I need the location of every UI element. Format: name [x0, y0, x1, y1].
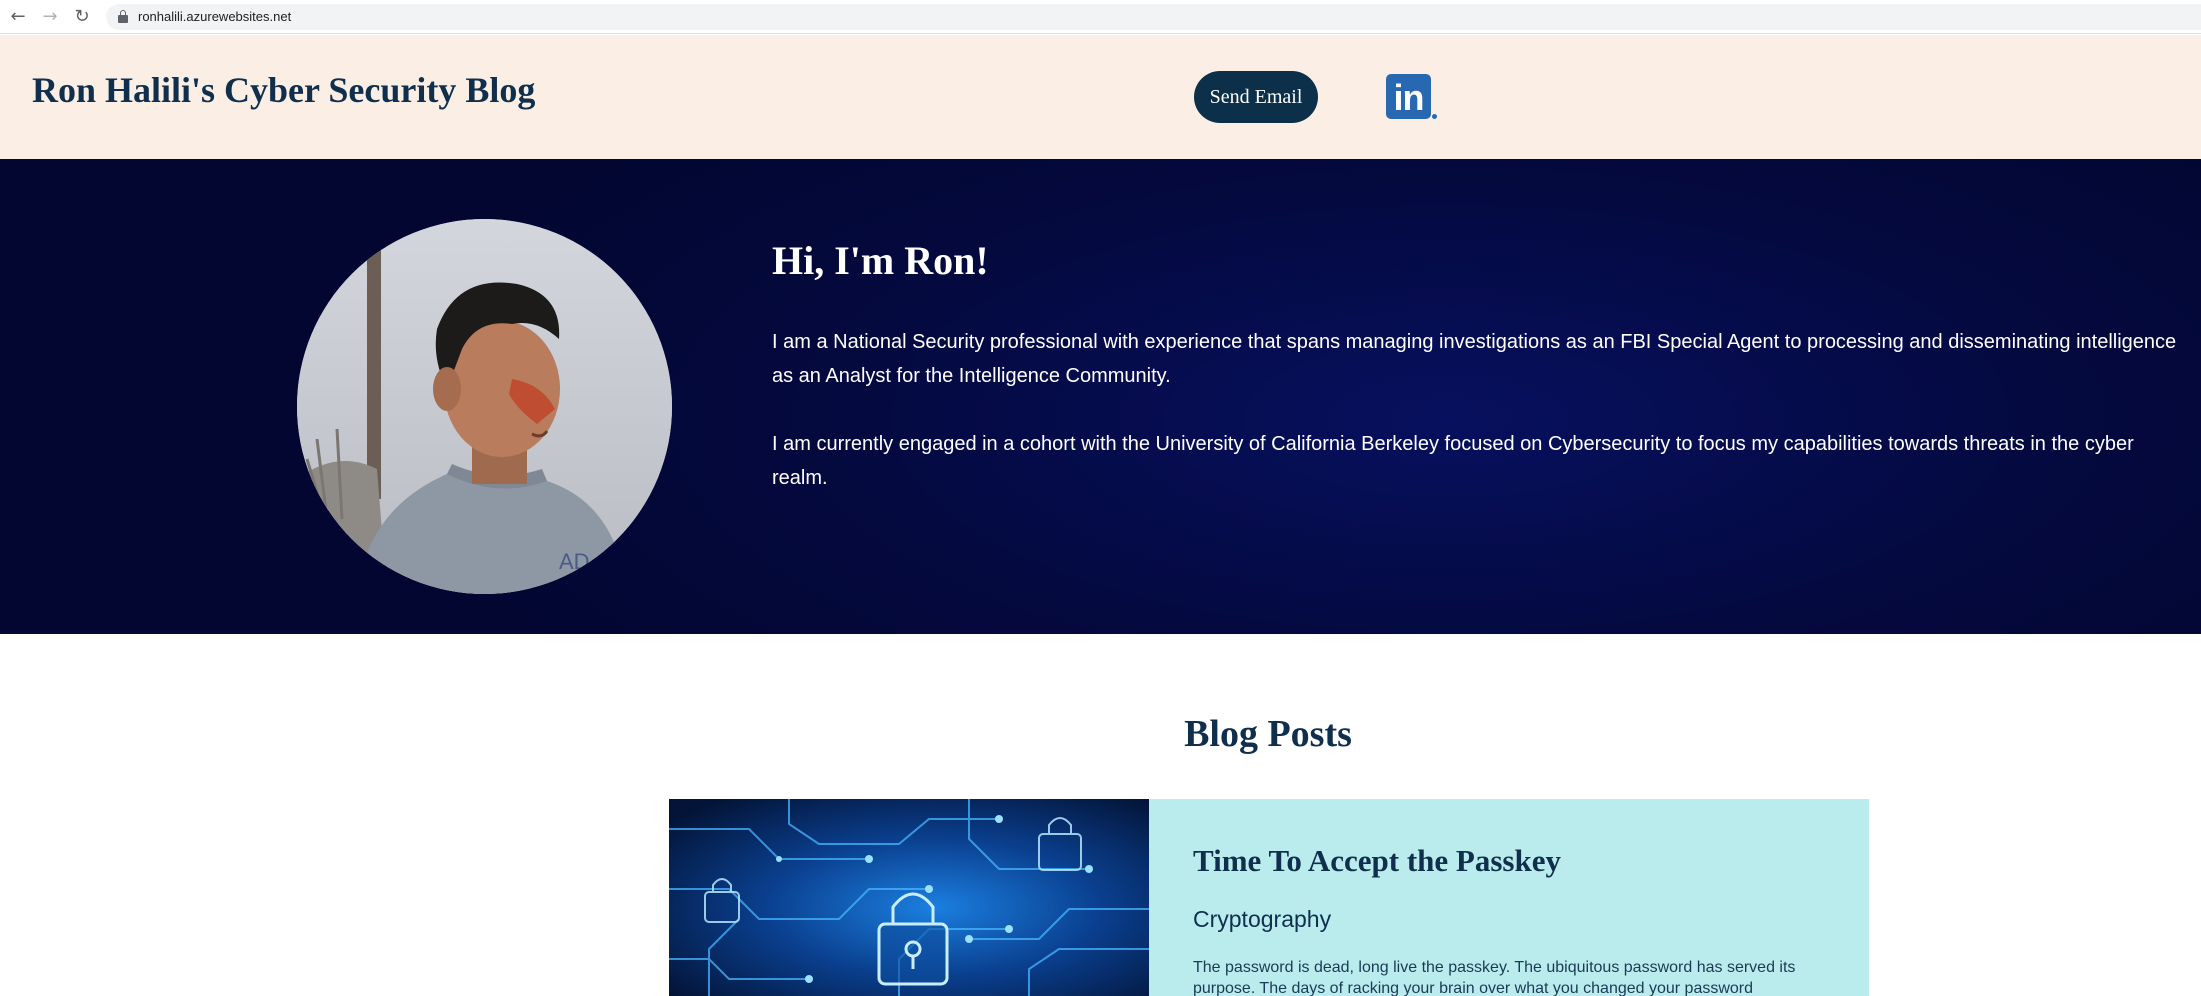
- linkedin-logo-text: in: [1386, 74, 1431, 119]
- browser-toolbar: ← → ↻ ronhalili.azurewebsites.net: [0, 0, 2201, 34]
- post-excerpt: The password is dead, long live the pass…: [1193, 959, 1796, 996]
- lock-icon[interactable]: [118, 10, 128, 23]
- svg-text:AD: AD: [559, 549, 590, 574]
- blog-heading-text: Blog Posts: [1184, 713, 1352, 755]
- send-email-button[interactable]: Send Email: [1194, 71, 1318, 123]
- hero-section: AD Hi, I'm Ron! I am a National Security…: [0, 159, 2201, 634]
- back-arrow-icon[interactable]: ←: [6, 5, 30, 29]
- blog-post-card[interactable]: Time To Accept the Passkey Cryptography …: [669, 799, 1869, 996]
- blog-post-body: Time To Accept the Passkey Cryptography …: [1149, 799, 1869, 996]
- hero-paragraph: I am currently engaged in a cohort with …: [772, 433, 2134, 489]
- linkedin-icon[interactable]: in: [1386, 74, 1437, 122]
- reload-icon[interactable]: ↻: [70, 5, 94, 29]
- profile-photo: AD: [297, 219, 672, 594]
- post-title[interactable]: Time To Accept the Passkey: [1193, 843, 1561, 879]
- forward-arrow-icon[interactable]: →: [38, 5, 62, 29]
- post-category: Cryptography: [1193, 906, 1332, 932]
- hero-paragraph: I am a National Security professional wi…: [772, 331, 2177, 387]
- url-text[interactable]: ronhalili.azurewebsites.net: [138, 9, 291, 25]
- hero-heading: Hi, I'm Ron!: [772, 238, 989, 283]
- site-title[interactable]: Ron Halili's Cyber Security Blog: [32, 69, 535, 111]
- site-header: Ron Halili's Cyber Security Blog Send Em…: [0, 35, 2201, 159]
- address-bar[interactable]: ronhalili.azurewebsites.net: [106, 4, 2201, 30]
- circuit-padlock-image[interactable]: [669, 799, 1149, 996]
- blog-heading: Blog Posts: [0, 712, 2201, 756]
